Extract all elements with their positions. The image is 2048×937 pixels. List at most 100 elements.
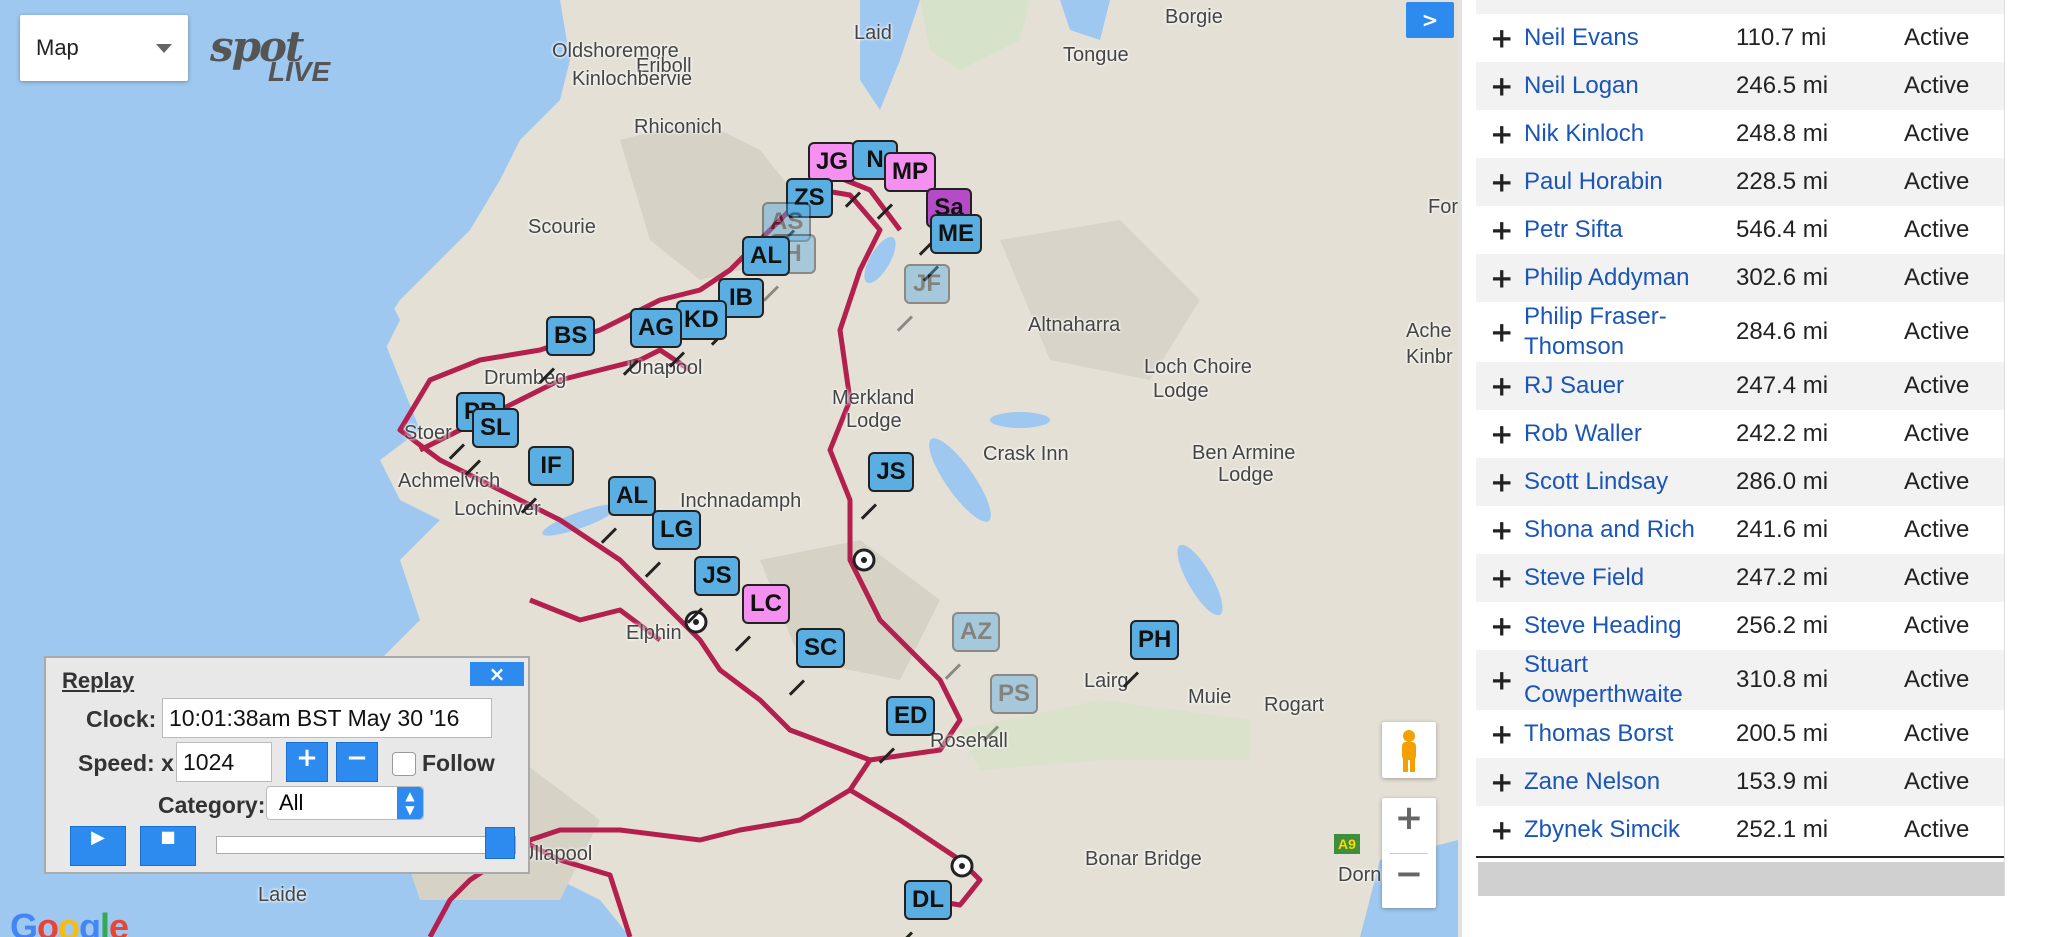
expand-plus-icon[interactable]: + <box>1490 718 1513 751</box>
rider-name-link[interactable]: Neil Logan <box>1524 71 1714 101</box>
rider-name-link[interactable]: Steve Field <box>1524 563 1714 593</box>
map-type-select[interactable]: Map <box>20 15 188 81</box>
expand-plus-icon[interactable]: + <box>1490 22 1513 55</box>
rider-name-link[interactable]: Philip Fraser-Thomson <box>1524 302 1714 362</box>
rider-marker[interactable]: JS <box>868 452 914 492</box>
rider-marker[interactable]: AZ <box>952 612 1000 652</box>
rider-name-link[interactable]: RJ Sauer <box>1524 371 1714 401</box>
collapse-panel-button[interactable]: > <box>1406 2 1454 38</box>
rider-name-link[interactable]: Shona and Rich <box>1524 515 1714 545</box>
zoom-out-button[interactable]: − <box>1382 854 1436 909</box>
stop-button[interactable]: ■ <box>140 826 196 866</box>
expand-plus-icon[interactable]: + <box>1490 166 1513 199</box>
table-row[interactable]: + Scott Lindsay 286.0 mi Active <box>1476 458 2004 506</box>
rider-marker[interactable]: JF <box>904 264 950 304</box>
table-row[interactable]: + Nik Kinloch 248.8 mi Active <box>1476 110 2004 158</box>
zoom-in-button[interactable]: + <box>1382 798 1436 853</box>
rider-name-link[interactable]: Steve Heading <box>1524 611 1714 641</box>
rider-marker[interactable]: LG <box>652 510 702 550</box>
expand-plus-icon[interactable]: + <box>1490 514 1513 547</box>
rider-name-link[interactable]: Petr Sifta <box>1524 215 1714 245</box>
table-row[interactable]: + Thomas Borst 200.5 mi Active <box>1476 710 2004 758</box>
expand-plus-icon[interactable]: + <box>1490 814 1513 847</box>
expand-plus-icon[interactable]: + <box>1490 418 1513 451</box>
table-row[interactable]: + Zane Nelson 153.9 mi Active <box>1476 758 2004 806</box>
rider-marker[interactable]: KD <box>676 300 727 340</box>
rider-marker[interactable]: AL <box>608 476 656 516</box>
horizontal-scrollbar[interactable] <box>1478 862 2004 896</box>
table-row[interactable]: + Neil Logan 246.5 mi Active <box>1476 62 2004 110</box>
rider-name-link[interactable]: Thomas Borst <box>1524 719 1714 749</box>
rider-name-link[interactable]: Scott Lindsay <box>1524 467 1714 497</box>
rider-marker[interactable]: PS <box>990 674 1039 714</box>
speed-minus-button[interactable]: − <box>336 742 378 782</box>
replay-title[interactable]: Replay <box>62 668 134 694</box>
rider-name-link[interactable]: Rob Waller <box>1524 419 1714 449</box>
table-row[interactable]: + Steve Field 247.2 mi Active <box>1476 554 2004 602</box>
rider-marker[interactable]: MP <box>884 152 936 192</box>
table-row[interactable]: + Neil Evans 110.7 mi Active <box>1476 14 2004 62</box>
table-row[interactable]: + Rob Waller 242.2 mi Active <box>1476 410 2004 458</box>
rider-marker[interactable]: AG <box>630 308 682 348</box>
rider-marker[interactable]: JS <box>694 556 740 596</box>
speed-field[interactable]: 1024 <box>176 742 272 782</box>
table-row[interactable]: + Philip Fraser-Thomson 284.6 mi Active <box>1476 302 2004 362</box>
rider-name-link[interactable]: Nik Kinloch <box>1524 119 1714 149</box>
rider-marker[interactable]: JG <box>808 142 857 182</box>
table-row[interactable]: + Petr Sifta 546.4 mi Active <box>1476 206 2004 254</box>
rider-marker[interactable]: BS <box>546 316 596 356</box>
rider-marker[interactable]: SL <box>472 408 519 448</box>
rider-name-link[interactable]: Zane Nelson <box>1524 767 1714 797</box>
table-row[interactable]: + Steve Heading 256.2 mi Active <box>1476 602 2004 650</box>
table-row[interactable]: + Stuart Cowperthwaite 310.8 mi Active <box>1476 650 2004 710</box>
rider-name-link[interactable]: Neil Evans <box>1524 23 1714 53</box>
category-label: Category: <box>158 792 266 818</box>
rider-name-link[interactable]: Paul Horabin <box>1524 167 1714 197</box>
expand-plus-icon[interactable]: + <box>1490 262 1513 295</box>
spot-live-logo: spot LIVE <box>208 22 344 87</box>
category-value: All <box>279 790 304 815</box>
replay-progress-slider[interactable] <box>216 827 516 859</box>
table-row[interactable]: + Paul Horabin 228.5 mi Active <box>1476 158 2004 206</box>
table-row[interactable]: + Zbynek Simcik 252.1 mi Active <box>1476 806 2004 854</box>
updown-arrows-icon: ▲ ▼ <box>397 787 423 819</box>
rider-marker[interactable]: AL <box>742 236 790 276</box>
road-shield: A9 <box>1334 834 1360 854</box>
street-view-pegman-icon[interactable] <box>1382 722 1436 778</box>
rider-status: Active <box>1904 24 1970 51</box>
map-place-label: Dorn <box>1338 864 1382 886</box>
rider-marker[interactable]: DL <box>904 880 952 920</box>
expand-plus-icon[interactable]: + <box>1490 466 1513 499</box>
rider-marker[interactable]: ED <box>886 696 936 736</box>
speed-plus-button[interactable]: + <box>286 742 328 782</box>
follow-checkbox[interactable] <box>392 752 416 776</box>
expand-plus-icon[interactable]: + <box>1490 664 1513 697</box>
expand-plus-icon[interactable]: + <box>1490 766 1513 799</box>
map-place-label: Lodge <box>1218 464 1274 486</box>
expand-plus-icon[interactable]: + <box>1490 118 1513 151</box>
table-row[interactable]: + RJ Sauer 247.4 mi Active <box>1476 362 2004 410</box>
expand-plus-icon[interactable]: + <box>1490 370 1513 403</box>
category-select[interactable]: All ▲ ▼ <box>266 786 424 820</box>
rider-name-link[interactable]: Philip Addyman <box>1524 263 1714 293</box>
rider-marker[interactable]: SC <box>796 628 846 668</box>
close-button[interactable]: × <box>470 662 524 686</box>
rider-marker[interactable]: ME <box>930 214 982 254</box>
expand-plus-icon[interactable]: + <box>1490 214 1513 247</box>
rider-name-link[interactable]: Zbynek Simcik <box>1524 815 1714 845</box>
expand-plus-icon[interactable]: + <box>1490 562 1513 595</box>
table-row[interactable]: + Philip Addyman 302.6 mi Active <box>1476 254 2004 302</box>
clock-field[interactable]: 10:01:38am BST May 30 '16 <box>162 698 492 738</box>
map-place-label: Scourie <box>528 216 596 238</box>
expand-plus-icon[interactable]: + <box>1490 610 1513 643</box>
map-view[interactable]: Borgie Laid Oldshoremore Eriboll Tongue … <box>0 0 1458 937</box>
play-button[interactable]: ▶ <box>70 826 126 866</box>
rider-marker[interactable]: LC <box>742 584 790 624</box>
rider-marker[interactable]: IF <box>528 446 574 486</box>
table-row[interactable]: + Shona and Rich 241.6 mi Active <box>1476 506 2004 554</box>
rider-marker[interactable]: PH <box>1130 620 1180 660</box>
rider-name-link[interactable]: Stuart Cowperthwaite <box>1524 650 1714 710</box>
slider-handle[interactable] <box>485 827 515 859</box>
expand-plus-icon[interactable]: + <box>1490 316 1513 349</box>
expand-plus-icon[interactable]: + <box>1490 70 1513 103</box>
